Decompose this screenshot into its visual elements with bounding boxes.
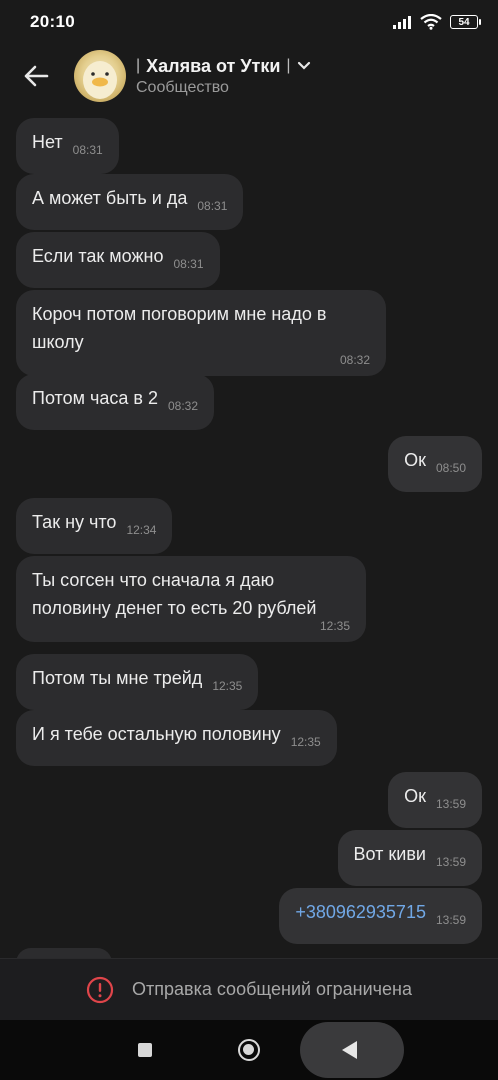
signal-icon [393, 16, 411, 29]
duck-icon [83, 61, 117, 99]
warning-circle-icon [86, 976, 114, 1003]
message-bubble[interactable]: Нет 08:31 [16, 118, 119, 174]
message-time: 13:59 [435, 913, 466, 927]
message-text: Вот киви [353, 844, 426, 864]
message-time: 12:35 [290, 735, 321, 749]
message-time: 08:50 [435, 461, 466, 475]
message-text: А может быть и да [32, 188, 188, 208]
avatar[interactable] [74, 50, 126, 102]
wifi-icon [420, 14, 442, 30]
message-time: 08:31 [197, 199, 228, 213]
message-text: Если так можно [32, 246, 164, 266]
message-text: Так ну что [32, 512, 117, 532]
chat-header: | Халява от Утки | Сообщество [0, 44, 498, 108]
message-bubble-outgoing[interactable]: Вот киви 13:59 [337, 830, 482, 886]
recents-square-icon[interactable] [138, 1043, 152, 1057]
back-triangle-icon[interactable] [342, 1041, 357, 1059]
system-nav-bar [0, 1020, 498, 1080]
message-time: 12:35 [212, 679, 243, 693]
home-circle-icon[interactable] [238, 1039, 260, 1061]
message-time: 12:35 [319, 619, 350, 633]
message-time: 13:59 [435, 797, 466, 811]
message-time: 08:31 [72, 143, 103, 157]
message-time: 13:59 [435, 855, 466, 869]
title-divider: | [286, 57, 291, 74]
message-text: Ок [404, 786, 426, 806]
message-time: 12:34 [126, 523, 157, 537]
message-bubble-outgoing[interactable]: Ок 08:50 [388, 436, 482, 492]
message-bubble[interactable]: И я тебе остальную половину 12:35 [16, 710, 337, 766]
message-text: Нет [32, 132, 63, 152]
header-title-row[interactable]: | Халява от Утки | [136, 56, 311, 77]
message-time: 08:32 [167, 399, 198, 413]
message-text: Ок [404, 450, 426, 470]
message-text: И я тебе остальную половину [32, 724, 281, 744]
message-text: Короч потом поговорим мне надо в школу [32, 304, 327, 352]
message-bubble[interactable]: А может быть и да 08:31 [16, 174, 244, 230]
message-bubble-partial[interactable] [16, 948, 112, 958]
message-bubble[interactable]: Ты согсен что сначала я даю половину ден… [16, 556, 366, 642]
message-text: Ты согсен что сначала я даю половину ден… [32, 570, 317, 618]
message-bubble-outgoing[interactable]: Ок 13:59 [388, 772, 482, 828]
message-bubble-outgoing[interactable]: +380962935715 13:59 [279, 888, 482, 944]
status-time: 20:10 [30, 12, 75, 31]
arrow-left-icon [24, 65, 49, 87]
status-bar: 20:10 54 [0, 0, 498, 44]
header-text[interactable]: | Халява от Утки | Сообщество [136, 56, 311, 97]
message-bubble[interactable]: Короч потом поговорим мне надо в школу 0… [16, 290, 386, 376]
message-time: 08:31 [173, 257, 204, 271]
chevron-down-icon[interactable] [297, 61, 311, 71]
message-text: Потом ты мне трейд [32, 668, 203, 688]
message-bubble[interactable]: Если так можно 08:31 [16, 232, 220, 288]
battery-level: 54 [458, 16, 470, 28]
status-icons: 54 [392, 14, 481, 30]
battery-icon: 54 [450, 15, 481, 29]
phone-link[interactable]: +380962935715 [295, 902, 426, 922]
message-bubble[interactable]: Так ну что 12:34 [16, 498, 173, 554]
message-list[interactable]: Нет 08:31 А может быть и да 08:31 Если так… [0, 108, 498, 958]
message-bubble[interactable]: Потом ты мне трейд 12:35 [16, 654, 259, 710]
message-text: Потом часа в 2 [32, 388, 158, 408]
message-time: 08:32 [339, 353, 370, 367]
title-divider: | [136, 57, 141, 74]
back-button[interactable] [18, 58, 54, 94]
chat-subtitle: Сообщество [136, 78, 229, 96]
restricted-text: Отправка сообщений ограничена [132, 979, 412, 999]
restricted-bar: Отправка сообщений ограничена [0, 958, 498, 1020]
message-bubble[interactable]: Потом часа в 2 08:32 [16, 374, 214, 430]
chat-title: Халява от Утки [146, 55, 281, 76]
